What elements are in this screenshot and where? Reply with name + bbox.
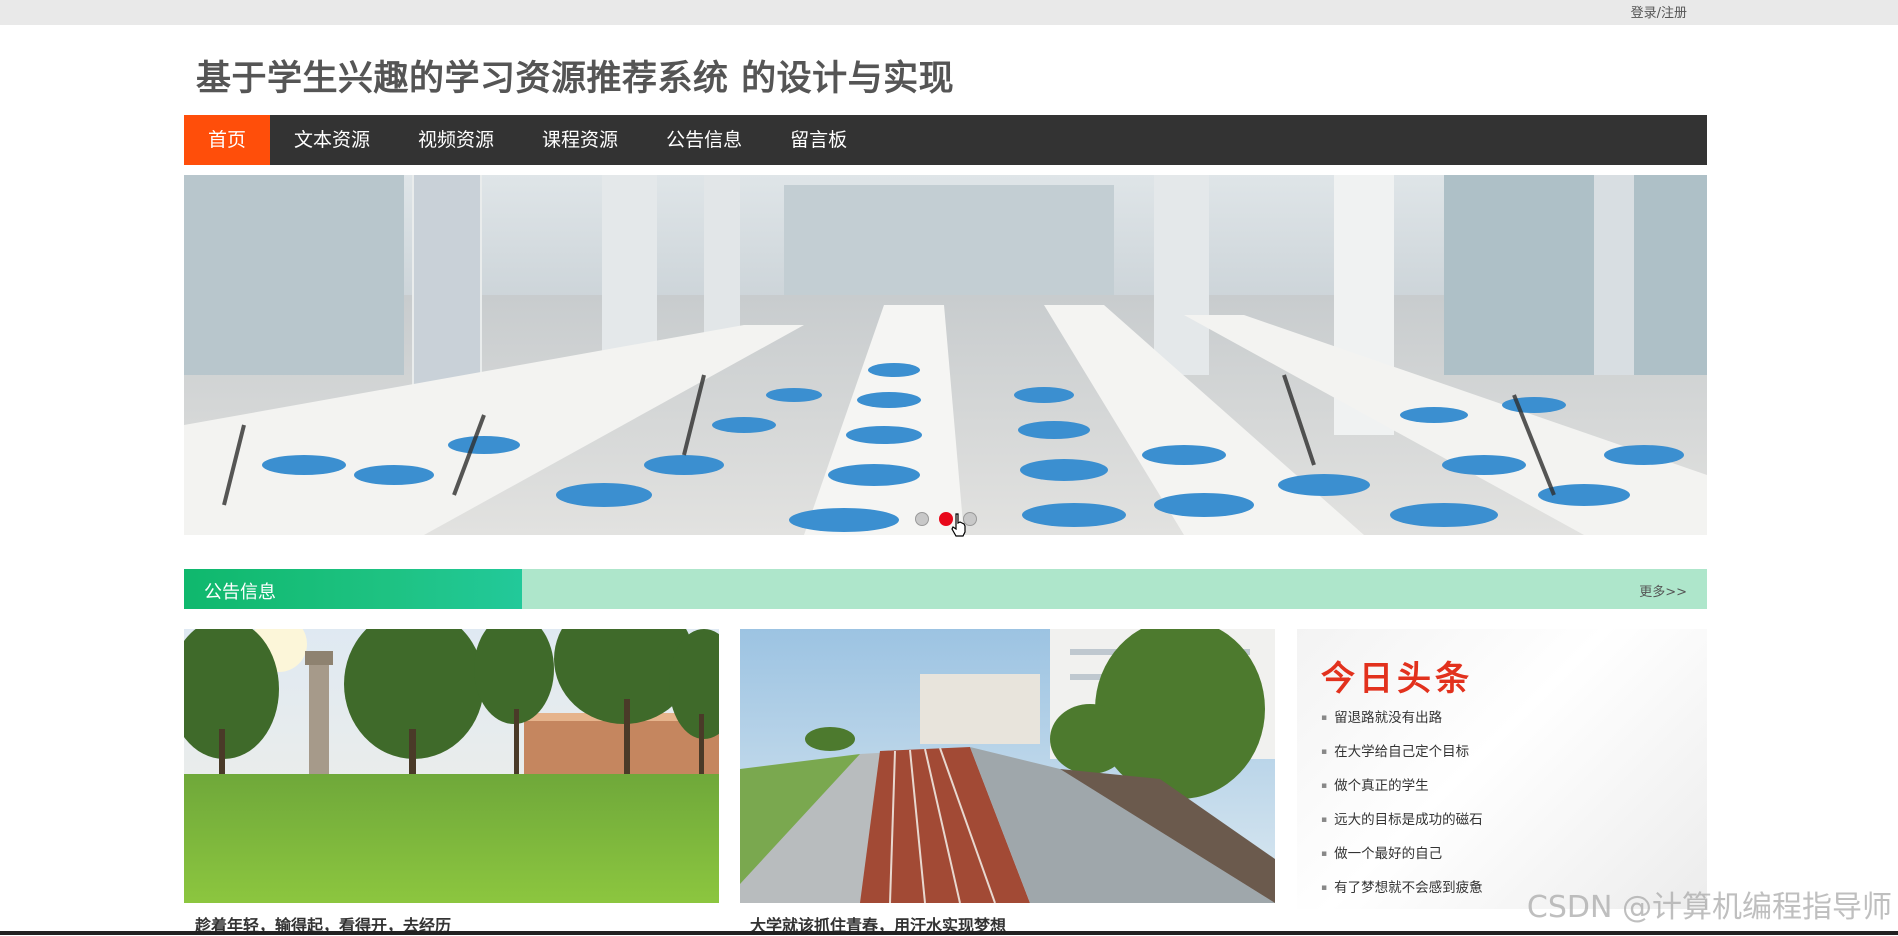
banner-carousel[interactable] <box>184 175 1707 535</box>
site-title: 基于学生兴趣的学习资源推荐系统 的设计与实现 <box>196 59 955 99</box>
headline-item[interactable]: 远大的目标是成功的磁石 <box>1321 803 1483 837</box>
login-register-link[interactable]: 登录/注册 <box>1631 2 1687 21</box>
announcement-section-header: 公告信息 更多>> <box>184 569 1707 609</box>
headlines-list: 留退路就没有出路 在大学给自己定个目标 做个真正的学生 远大的目标是成功的磁石 … <box>1321 701 1483 905</box>
nav-item-course-resources[interactable]: 课程资源 <box>518 115 642 165</box>
watermark: CSDN @计算机编程指导师 <box>1526 890 1892 925</box>
nav-item-text-resources[interactable]: 文本资源 <box>270 115 394 165</box>
news-card-image-1[interactable] <box>184 629 719 903</box>
carousel-dots <box>184 512 1707 526</box>
nav-item-announcements[interactable]: 公告信息 <box>642 115 766 165</box>
nav-item-video-resources[interactable]: 视频资源 <box>394 115 518 165</box>
headline-item[interactable]: 做个真正的学生 <box>1321 769 1483 803</box>
headline-item[interactable]: 在大学给自己定个目标 <box>1321 735 1483 769</box>
headline-item[interactable]: 做一个最好的自己 <box>1321 837 1483 871</box>
campus-lawn-image <box>184 629 719 903</box>
nav-item-home[interactable]: 首页 <box>184 115 271 165</box>
headlines-title: 今日头条 <box>1321 659 1473 699</box>
headline-item[interactable]: 留退路就没有出路 <box>1321 701 1483 735</box>
carousel-dot-1[interactable] <box>914 512 929 526</box>
section-title: 公告信息 <box>204 582 276 603</box>
main-nav: 首页 文本资源 视频资源 课程资源 公告信息 留言板 <box>184 115 1707 165</box>
cafeteria-image <box>184 175 1707 535</box>
headline-item[interactable]: 有了梦想就不会感到疲惫 <box>1321 871 1483 905</box>
running-track-image <box>740 629 1275 903</box>
bottom-edge <box>0 931 1898 935</box>
section-title-block: 公告信息 <box>184 569 522 609</box>
more-link[interactable]: 更多>> <box>1639 581 1687 600</box>
nav-item-message-board[interactable]: 留言板 <box>766 115 871 165</box>
news-card-image-2[interactable] <box>740 629 1275 903</box>
hand-cursor-icon <box>951 513 966 537</box>
headlines-panel: 今日头条 留退路就没有出路 在大学给自己定个目标 做个真正的学生 远大的目标是成… <box>1297 629 1707 909</box>
top-bar: 登录/注册 <box>0 0 1898 25</box>
